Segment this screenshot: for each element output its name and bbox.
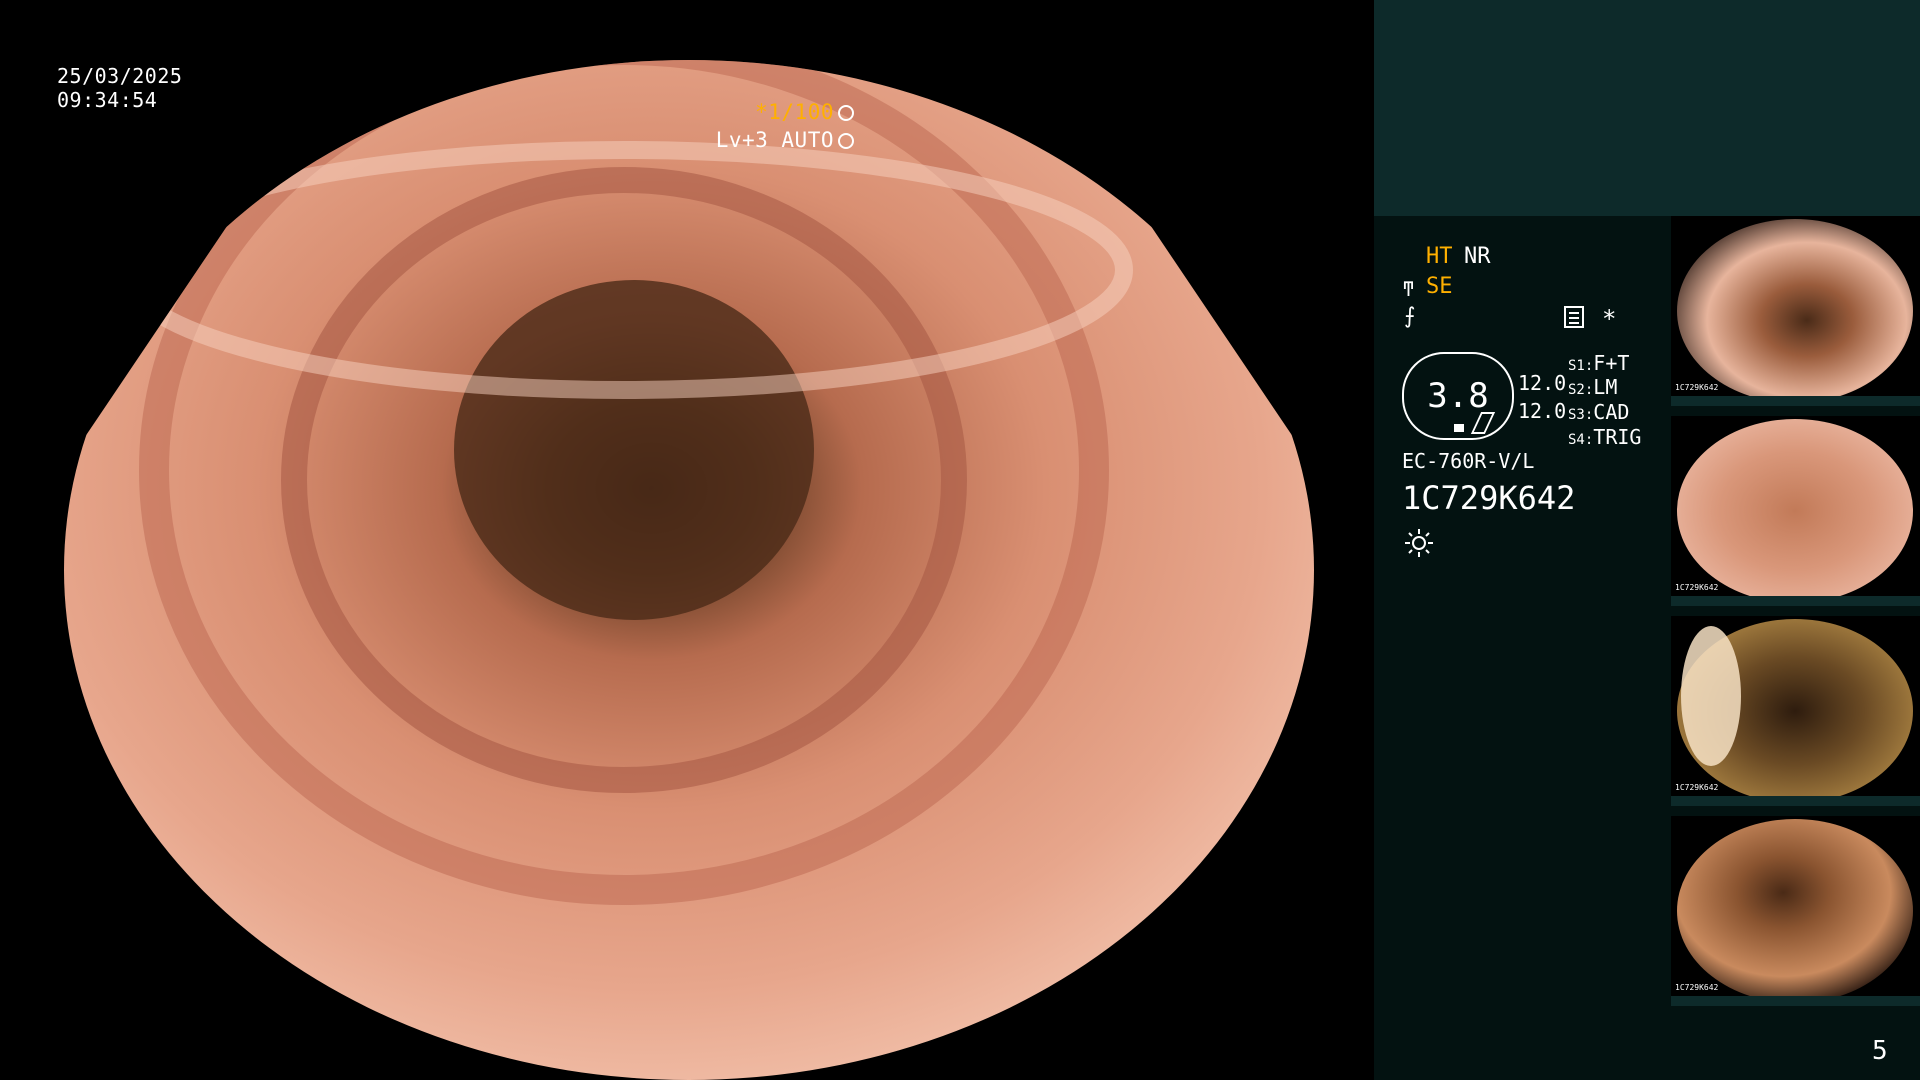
thumbnail-4-label: 1C729K642 — [1675, 983, 1719, 992]
shutter-value: *1/100 — [755, 100, 834, 124]
scope-serial: 1C729K642 — [1402, 479, 1576, 517]
nr-indicator: NR — [1464, 244, 1491, 269]
thumbnail-2-label: 1C729K642 — [1675, 583, 1719, 592]
structure-enhance-icon: ͳ — [1402, 277, 1415, 301]
thumbnail-3[interactable]: 1C729K642 — [1671, 616, 1920, 806]
thumbnail-2-strip — [1671, 596, 1920, 606]
thumbnail-1-label: 1C729K642 — [1675, 383, 1719, 392]
thumbnail-2[interactable]: 1C729K642 — [1671, 416, 1920, 606]
switch-2-label: S2: — [1568, 382, 1594, 398]
thumbnail-1-strip — [1671, 396, 1920, 406]
switch-4: S4:TRIG — [1568, 424, 1641, 453]
star-indicator: * — [1602, 305, 1617, 333]
level-readout: Lv+3 AUTO — [716, 128, 854, 152]
ht-indicator: HT — [1426, 244, 1453, 269]
thumbnail-3-label: 1C729K642 — [1675, 783, 1719, 792]
iris-icon — [838, 105, 854, 121]
switch-3-value: CAD — [1593, 400, 1630, 424]
switch-3-label: S3: — [1568, 407, 1594, 423]
menu-list-icon — [1564, 306, 1584, 328]
se-indicator: SE — [1426, 274, 1453, 299]
time-readout: 09:34:54 — [57, 88, 158, 112]
light-icon — [1405, 529, 1433, 557]
auto-iris-icon — [838, 133, 854, 149]
switch-2-value: LM — [1593, 375, 1618, 399]
endoscope-image — [64, 60, 1314, 1080]
thumbnail-4-strip — [1671, 996, 1920, 1006]
zoom-gauge: 3.8 — [1402, 352, 1514, 440]
gauge-bar-icon — [1454, 424, 1464, 432]
side-panel-header-area — [1374, 0, 1920, 216]
switch-4-value: TRIG — [1593, 425, 1642, 449]
scope-model: EC-760R-V/L — [1402, 449, 1535, 473]
shutter-readout: *1/100 — [755, 100, 854, 124]
level-value: Lv+3 AUTO — [715, 128, 834, 152]
switch-1-value: F+T — [1593, 351, 1630, 375]
page-number: 5 — [1872, 1036, 1888, 1066]
endoscope-main-view: 25/03/2025 09:34:54 *1/100 Lv+3 AUTO — [0, 0, 1374, 1080]
switch-4-label: S4: — [1568, 432, 1594, 448]
gauge-value: 3.8 — [1427, 376, 1489, 416]
thumbnail-4[interactable]: 1C729K642 — [1671, 816, 1920, 1006]
setting-value-2: 12.0 — [1518, 399, 1567, 423]
thumbnail-1[interactable]: 1C729K642 — [1671, 216, 1920, 406]
function-icon: ⨍ — [1404, 304, 1416, 329]
setting-value-1: 12.0 — [1518, 371, 1567, 395]
date-readout: 25/03/2025 — [57, 64, 183, 88]
thumbnail-3-strip — [1671, 796, 1920, 806]
switch-1-label: S1: — [1568, 358, 1594, 374]
